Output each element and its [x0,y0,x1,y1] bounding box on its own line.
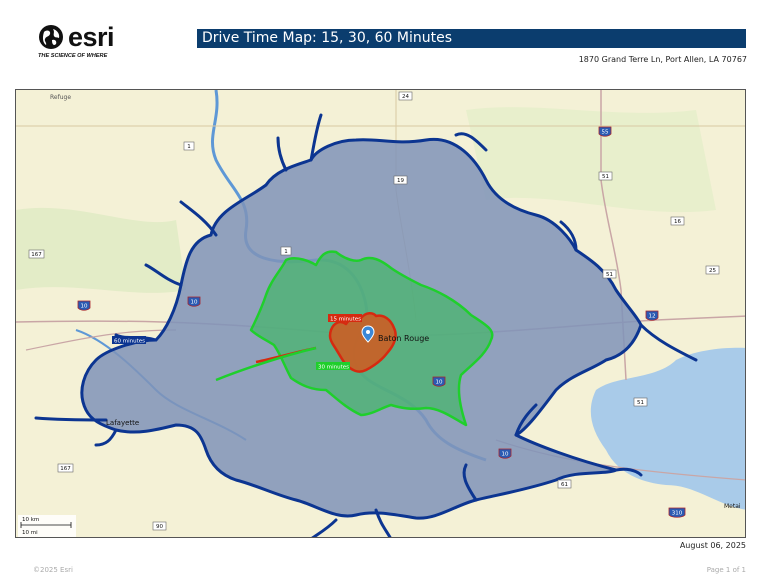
svg-text:12: 12 [649,314,656,320]
interstate-shield-10-west: 10 [77,300,91,311]
label-60-minutes: 60 minutes [114,339,145,345]
scale-bar: 10 km 10 mi [18,515,76,537]
svg-text:61: 61 [561,482,568,488]
map-canvas[interactable]: Baton Rouge Lafayette Refuge Metai 15 mi… [16,90,746,538]
interstate-shield-10-south: 10 [498,448,512,459]
place-label-refuge: Refuge [50,94,71,101]
interstate-shield-10-east: 10 [432,376,446,387]
map-frame[interactable]: Baton Rouge Lafayette Refuge Metai 15 mi… [15,89,746,538]
highway-shield-51-south: 51 [633,397,648,407]
interstate-shield-10-mid: 10 [187,296,201,307]
svg-text:1: 1 [187,144,191,150]
globe-icon [39,25,63,49]
label-30-minutes: 30 minutes [318,365,349,371]
page-title: Drive Time Map: 15, 30, 60 Minutes [202,30,453,46]
svg-text:51: 51 [606,272,613,278]
interstate-shield-55: 55 [598,126,612,137]
scale-km-label: 10 km [22,517,39,523]
highway-shield-25: 25 [705,265,720,275]
highway-shield-167-north: 167 [28,249,45,259]
esri-logo: esri THE SCIENCE OF WHERE [38,22,128,62]
svg-text:24: 24 [402,94,409,100]
label-15-minutes: 15 minutes [330,317,361,323]
highway-shield-90: 90 [152,521,167,531]
svg-text:55: 55 [602,130,609,136]
svg-text:167: 167 [31,252,42,258]
city-label-lafayette: Lafayette [106,419,139,427]
svg-text:51: 51 [637,400,644,406]
highway-shield-61: 61 [557,479,572,489]
svg-text:10: 10 [81,304,88,310]
report-date: August 06, 2025 [679,541,746,550]
city-label-metairie: Metai [724,503,741,510]
svg-text:310: 310 [672,511,683,517]
highway-shield-1-north: 1 [183,141,195,151]
highway-shield-19: 19 [393,175,408,185]
forest-area [466,107,716,213]
site-address: 1870 Grand Terre Ln, Port Allen, LA 7076… [578,55,747,64]
interstate-shield-12: 12 [645,310,659,321]
city-label-baton-rouge: Baton Rouge [378,334,429,343]
svg-text:19: 19 [397,178,404,184]
svg-text:16: 16 [674,219,681,225]
highway-shield-16: 16 [670,216,685,226]
svg-text:1: 1 [284,249,288,255]
svg-text:10: 10 [436,380,443,386]
page-indicator: Page 1 of 1 [706,566,746,574]
svg-text:10: 10 [191,300,198,306]
svg-text:90: 90 [156,524,163,530]
scale-mi-label: 10 mi [22,530,38,536]
interstate-shield-310: 310 [668,507,686,518]
highway-shield-24: 24 [398,91,413,101]
svg-text:167: 167 [60,466,71,472]
svg-text:25: 25 [709,268,716,274]
highway-shield-1-south: 1 [280,246,292,256]
title-bar: Drive Time Map: 15, 30, 60 Minutes [197,29,746,48]
copyright-text: ©2025 Esri [33,566,73,574]
svg-text:51: 51 [602,174,609,180]
highway-shield-51-north: 51 [598,171,613,181]
highway-shield-51-mid: 51 [602,269,617,279]
logo-wordmark: esri [68,22,115,52]
highway-shield-167-south: 167 [57,463,74,473]
svg-text:10: 10 [502,452,509,458]
logo-tagline: THE SCIENCE OF WHERE [38,53,108,59]
